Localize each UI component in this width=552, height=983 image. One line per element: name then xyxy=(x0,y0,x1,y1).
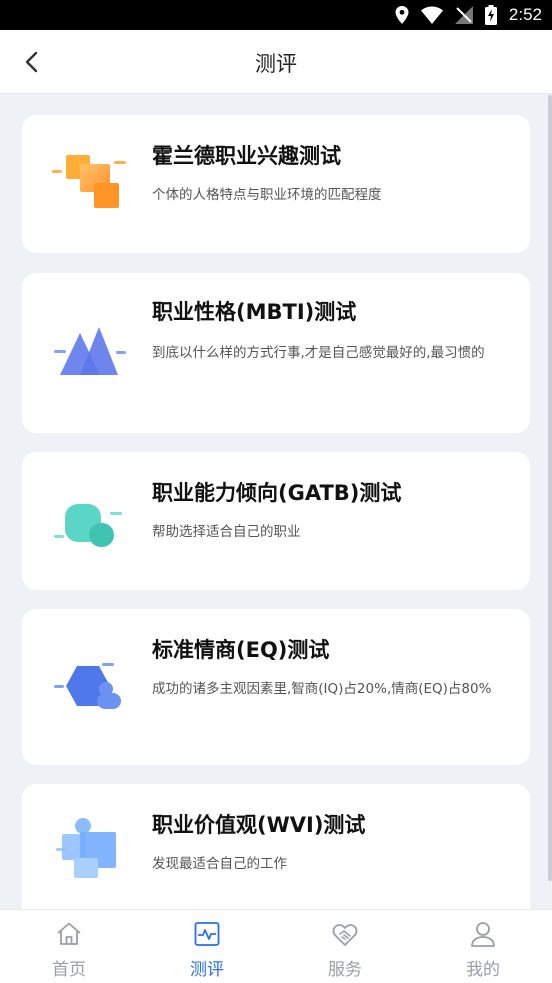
orange-squares-icon xyxy=(52,155,126,208)
handshake-icon xyxy=(332,924,358,946)
tab-profile[interactable]: 我的 xyxy=(414,910,552,983)
assessment-icon xyxy=(194,922,220,946)
teal-blobs-icon xyxy=(54,504,122,547)
card-title: 霍兰德职业兴趣测试 xyxy=(152,144,341,168)
battery-charging-icon xyxy=(484,5,497,25)
card-title: 职业性格(MBTI)测试 xyxy=(152,300,357,324)
card-description: 发现最适合自己的工作 xyxy=(152,856,287,872)
test-card-holland[interactable]: 霍兰德职业兴趣测试 个体的人格特点与职业环境的匹配程度 xyxy=(22,115,530,253)
card-title: 职业能力倾向(GATB)测试 xyxy=(152,481,402,505)
tab-label: 我的 xyxy=(466,960,500,980)
card-description: 到底以什么样的方式行事,才是自己感觉最好的,最习惯的 xyxy=(152,345,485,361)
bottom-tab-bar: 首页 测评 服务 我的 xyxy=(0,909,552,983)
test-card-eq[interactable]: 标准情商(EQ)测试 成功的诸多主观因素里,智商(IQ)占20%,情商(EQ)占… xyxy=(22,609,530,765)
page-title: 测评 xyxy=(255,52,297,76)
tab-label: 测评 xyxy=(190,960,224,980)
tab-label: 服务 xyxy=(328,960,362,980)
location-icon xyxy=(395,6,409,24)
test-card-mbti[interactable]: 职业性格(MBTI)测试 到底以什么样的方式行事,才是自己感觉最好的,最习惯的 xyxy=(22,273,530,433)
status-bar: 2:52 xyxy=(0,0,552,30)
card-description: 成功的诸多主观因素里,智商(IQ)占20%,情商(EQ)占80% xyxy=(152,681,492,697)
assessment-list[interactable]: 霍兰德职业兴趣测试 个体的人格特点与职业环境的匹配程度 职业性格(MBTI)测试… xyxy=(0,95,552,909)
tab-assessment[interactable]: 测评 xyxy=(138,910,276,983)
home-icon xyxy=(57,922,81,945)
blue-mountains-icon xyxy=(54,327,126,375)
clock: 2:52 xyxy=(508,5,542,24)
test-card-wvi[interactable]: 职业价值观(WVI)测试 发现最适合自己的工作 xyxy=(22,784,530,909)
scrollbar[interactable] xyxy=(548,95,552,881)
card-description: 帮助选择适合自己的职业 xyxy=(152,524,301,540)
tab-label: 首页 xyxy=(52,960,86,980)
app-header: 测评 xyxy=(0,30,552,94)
blue-hexagon-icon xyxy=(54,663,121,709)
profile-icon xyxy=(471,922,495,947)
tab-service[interactable]: 服务 xyxy=(276,910,414,983)
test-card-gatb[interactable]: 职业能力倾向(GATB)测试 帮助选择适合自己的职业 xyxy=(22,452,530,590)
card-description: 个体的人格特点与职业环境的匹配程度 xyxy=(152,187,382,203)
tab-home[interactable]: 首页 xyxy=(0,910,138,983)
card-title: 职业价值观(WVI)测试 xyxy=(152,813,366,837)
lightblue-blocks-icon xyxy=(56,818,116,878)
card-title: 标准情商(EQ)测试 xyxy=(152,638,330,662)
no-signal-icon xyxy=(454,6,473,24)
wifi-icon xyxy=(420,6,443,24)
